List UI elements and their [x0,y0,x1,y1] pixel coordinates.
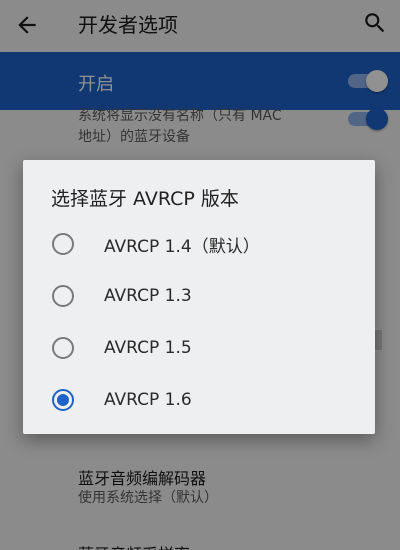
option-avrcp-1-4[interactable]: AVRCP 1.4（默认） [23,218,375,270]
option-label: AVRCP 1.4（默认） [104,236,260,257]
option-label: AVRCP 1.3 [104,286,192,306]
radio-icon[interactable] [52,337,74,359]
radio-icon[interactable] [52,285,74,307]
avrcp-version-dialog: 选择蓝牙 AVRCP 版本 AVRCP 1.4（默认） AVRCP 1.3 AV… [23,160,375,434]
option-avrcp-1-5[interactable]: AVRCP 1.5 [23,322,375,374]
dialog-title: 选择蓝牙 AVRCP 版本 [51,188,239,210]
radio-icon[interactable] [52,233,74,255]
option-label: AVRCP 1.5 [104,338,192,358]
radio-checked-icon[interactable] [52,389,74,411]
option-avrcp-1-6[interactable]: AVRCP 1.6 [23,374,375,426]
option-label: AVRCP 1.6 [104,390,192,410]
option-avrcp-1-3[interactable]: AVRCP 1.3 [23,270,375,322]
